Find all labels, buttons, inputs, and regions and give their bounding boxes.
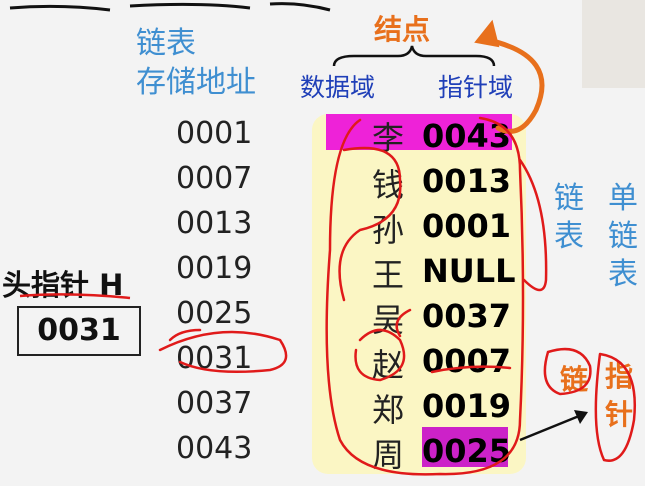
annotation-layer bbox=[19, 19, 636, 476]
curved-arrow-icon bbox=[485, 37, 545, 134]
